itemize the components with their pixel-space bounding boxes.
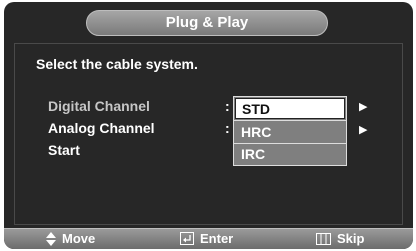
menu-title: Plug & Play [86, 10, 328, 36]
skip-hint: Skip [316, 231, 364, 246]
option-std[interactable]: STD [235, 98, 345, 119]
row-analog-channel-separator: : [225, 120, 230, 136]
right-triangle-icon: ▶ [359, 101, 368, 113]
option-divider [234, 120, 346, 121]
row-start[interactable]: Start [48, 142, 80, 158]
menu-icon [316, 232, 331, 245]
enter-icon [180, 232, 194, 245]
row-digital-channel-separator: : [225, 98, 230, 114]
move-label: Move [62, 231, 96, 246]
footer-bar: Move Enter Skip [4, 228, 413, 249]
prompt-text: Select the cable system. [36, 56, 198, 72]
cable-system-dropdown[interactable]: STD HRC IRC [233, 96, 347, 166]
move-hint: Move [46, 231, 95, 246]
updown-arrow-icon [46, 231, 56, 246]
option-irc[interactable]: IRC [235, 144, 345, 165]
row-analog-channel[interactable]: Analog Channel [48, 120, 155, 136]
right-triangle-icon: ▶ [359, 124, 368, 136]
enter-hint: Enter [180, 231, 233, 246]
enter-label: Enter [200, 231, 234, 246]
option-hrc[interactable]: HRC [235, 122, 345, 143]
skip-label: Skip [337, 231, 365, 246]
row-digital-channel[interactable]: Digital Channel [48, 98, 150, 114]
osd-screen: Plug & Play Select the cable system. Dig… [4, 2, 413, 249]
